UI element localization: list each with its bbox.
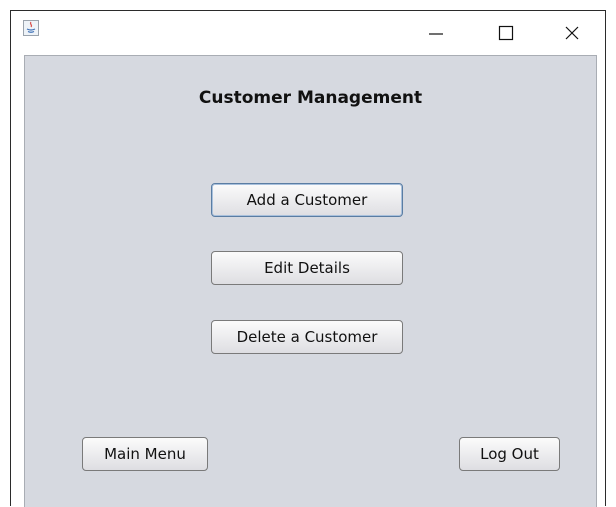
content-panel: Customer Management Add a Customer Edit … [24,55,597,507]
log-out-button[interactable]: Log Out [459,437,560,471]
java-icon[interactable] [23,20,39,36]
close-icon[interactable] [549,11,595,55]
app-window: Customer Management Add a Customer Edit … [10,10,606,507]
main-menu-button[interactable]: Main Menu [82,437,208,471]
title-bar[interactable] [11,11,605,55]
edit-details-button[interactable]: Edit Details [211,251,403,285]
page-title: Customer Management [198,88,423,108]
add-customer-button[interactable]: Add a Customer [211,183,403,217]
maximize-icon[interactable] [483,11,529,55]
delete-customer-button[interactable]: Delete a Customer [211,320,403,354]
minimize-icon[interactable] [413,11,459,55]
